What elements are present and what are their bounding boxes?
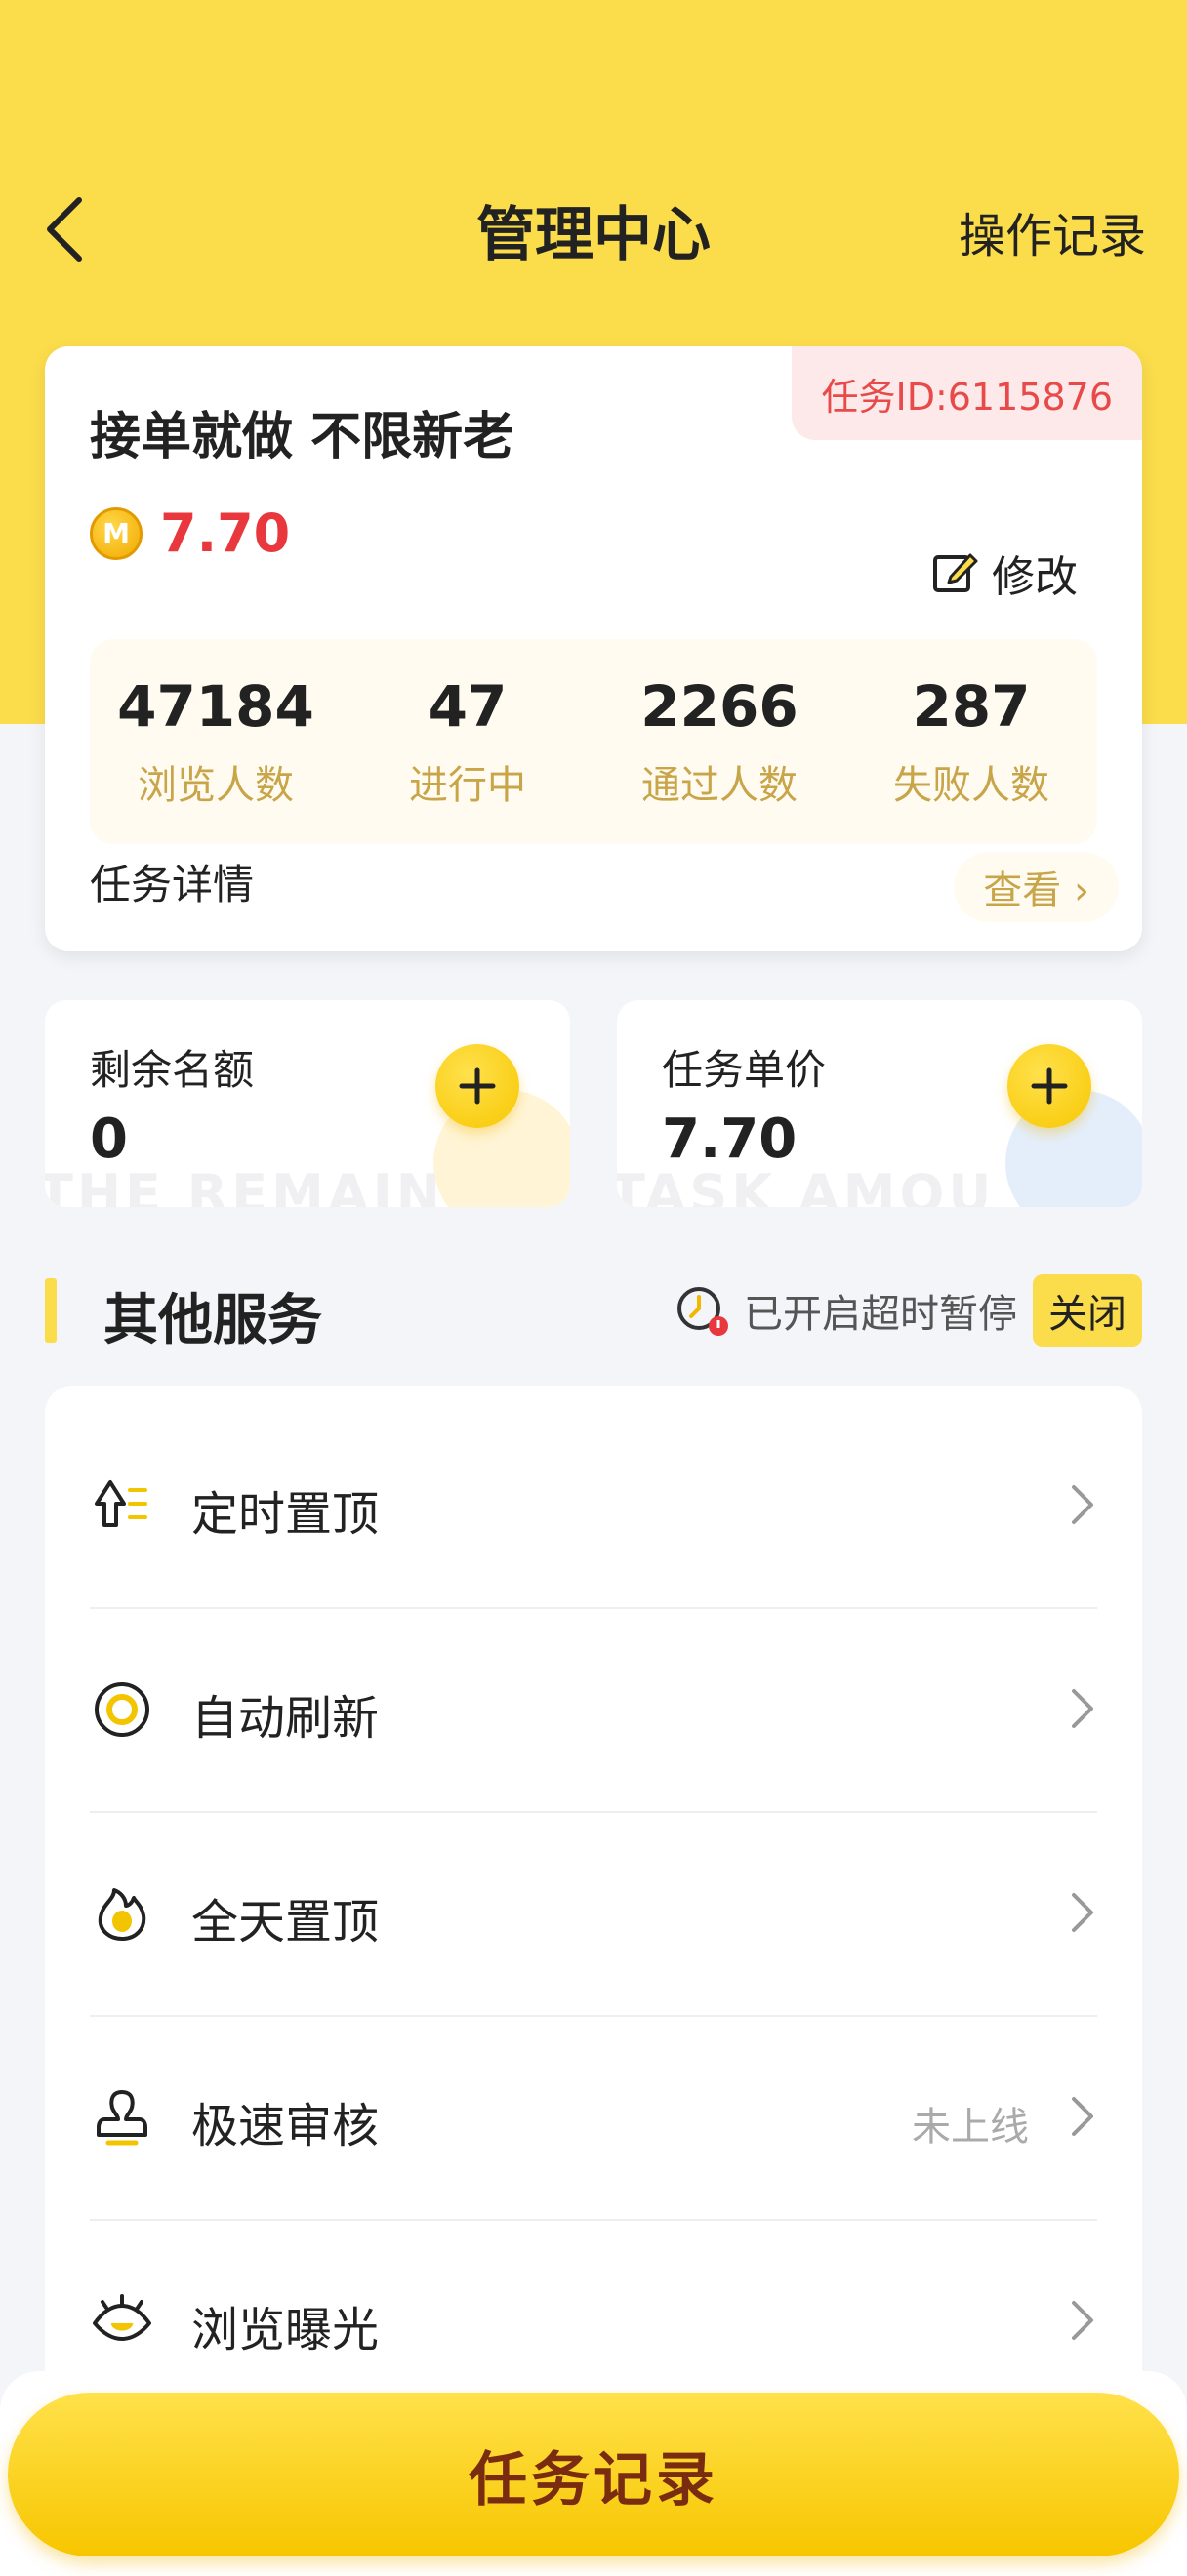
section-accent-bar (45, 1278, 57, 1343)
stat-failed: 287 失败人数 (845, 639, 1097, 844)
service-label: 全天置顶 (191, 1895, 380, 1950)
stat-label: 进行中 (409, 763, 526, 808)
task-detail-label: 任务详情 (90, 861, 255, 908)
stat-in-progress: 47 进行中 (342, 639, 594, 844)
eye-icon (90, 2289, 154, 2354)
task-stats: 47184 浏览人数 47 进行中 2266 通过人数 287 失败人数 (90, 639, 1097, 844)
unit-price-label: 任务单价 (662, 1046, 827, 1094)
service-item-fast-review[interactable]: 极速审核 未上线 (90, 2017, 1097, 2221)
stat-label: 失败人数 (893, 763, 1049, 808)
service-status: 未上线 (912, 2105, 1029, 2150)
service-item-auto-refresh[interactable]: 自动刷新 (90, 1609, 1097, 1813)
flame-icon (90, 1881, 154, 1946)
task-id-badge: 任务ID:6115876 (792, 346, 1142, 440)
chevron-right-icon (1068, 2297, 1097, 2348)
add-quota-button[interactable] (435, 1044, 519, 1128)
service-label: 定时置顶 (191, 1487, 380, 1542)
stat-value: 287 (912, 673, 1031, 740)
plus-icon (1031, 1067, 1068, 1105)
service-list: 定时置顶 自动刷新 全天置顶 极速审核 未上线 浏览曝光 (45, 1386, 1142, 2400)
stat-value: 47184 (117, 673, 314, 740)
task-price: 7.70 (160, 503, 291, 564)
remaining-quota-value: 0 (90, 1107, 128, 1171)
task-record-button[interactable]: 任务记录 (8, 2393, 1179, 2556)
service-item-all-day-top[interactable]: 全天置顶 (90, 1813, 1097, 2017)
service-label: 浏览曝光 (191, 2303, 380, 2357)
timed-top-icon (90, 1473, 154, 1538)
task-card: 任务ID:6115876 接单就做 不限新老 M 7.70 修改 47184 浏… (45, 346, 1142, 951)
chevron-right-icon (1068, 2093, 1097, 2144)
close-timeout-button[interactable]: 关闭 (1033, 1274, 1142, 1347)
unit-price-card: TASK AMOU 任务单价 7.70 (617, 1000, 1142, 1207)
operation-record-link[interactable]: 操作记录 (959, 197, 1146, 265)
stat-passed: 2266 通过人数 (594, 639, 845, 844)
review-icon (90, 2085, 154, 2150)
plus-icon (459, 1067, 496, 1105)
edit-button[interactable]: 修改 (931, 542, 1078, 604)
unit-price-value: 7.70 (662, 1107, 798, 1171)
chevron-right-icon (1068, 1481, 1097, 1532)
edit-icon (933, 553, 978, 592)
stat-label: 浏览人数 (138, 763, 294, 808)
timeout-status-text: 已开启超时暂停 (744, 1292, 1017, 1337)
timeout-pause-status: 已开启超时暂停 关闭 (675, 1274, 1142, 1347)
view-detail-button[interactable]: 查看 › (954, 852, 1119, 922)
service-label: 极速审核 (191, 2099, 380, 2153)
stat-value: 2266 (640, 673, 798, 740)
stat-label: 通过人数 (641, 763, 798, 808)
stat-views: 47184 浏览人数 (90, 639, 342, 844)
service-item-timed-top[interactable]: 定时置顶 (90, 1405, 1097, 1609)
stat-value: 47 (428, 673, 508, 740)
remaining-quota-card: THE REMAIN 剩余名额 0 (45, 1000, 570, 1207)
service-label: 自动刷新 (191, 1691, 380, 1746)
section-title: 其他服务 (103, 1289, 322, 1352)
raise-price-button[interactable] (1007, 1044, 1091, 1128)
edit-label: 修改 (992, 552, 1078, 602)
coin-icon: M (90, 506, 143, 560)
chevron-right-icon (1068, 1685, 1097, 1736)
remaining-quota-label: 剩余名额 (90, 1046, 255, 1094)
task-title: 接单就做 不限新老 (90, 408, 514, 466)
navigation-bar: 管理中心 操作记录 (0, 166, 1187, 293)
refresh-icon (90, 1677, 154, 1742)
clock-alert-icon (677, 1287, 728, 1336)
task-price-row: M 7.70 (90, 503, 290, 564)
chevron-right-icon (1068, 1889, 1097, 1940)
